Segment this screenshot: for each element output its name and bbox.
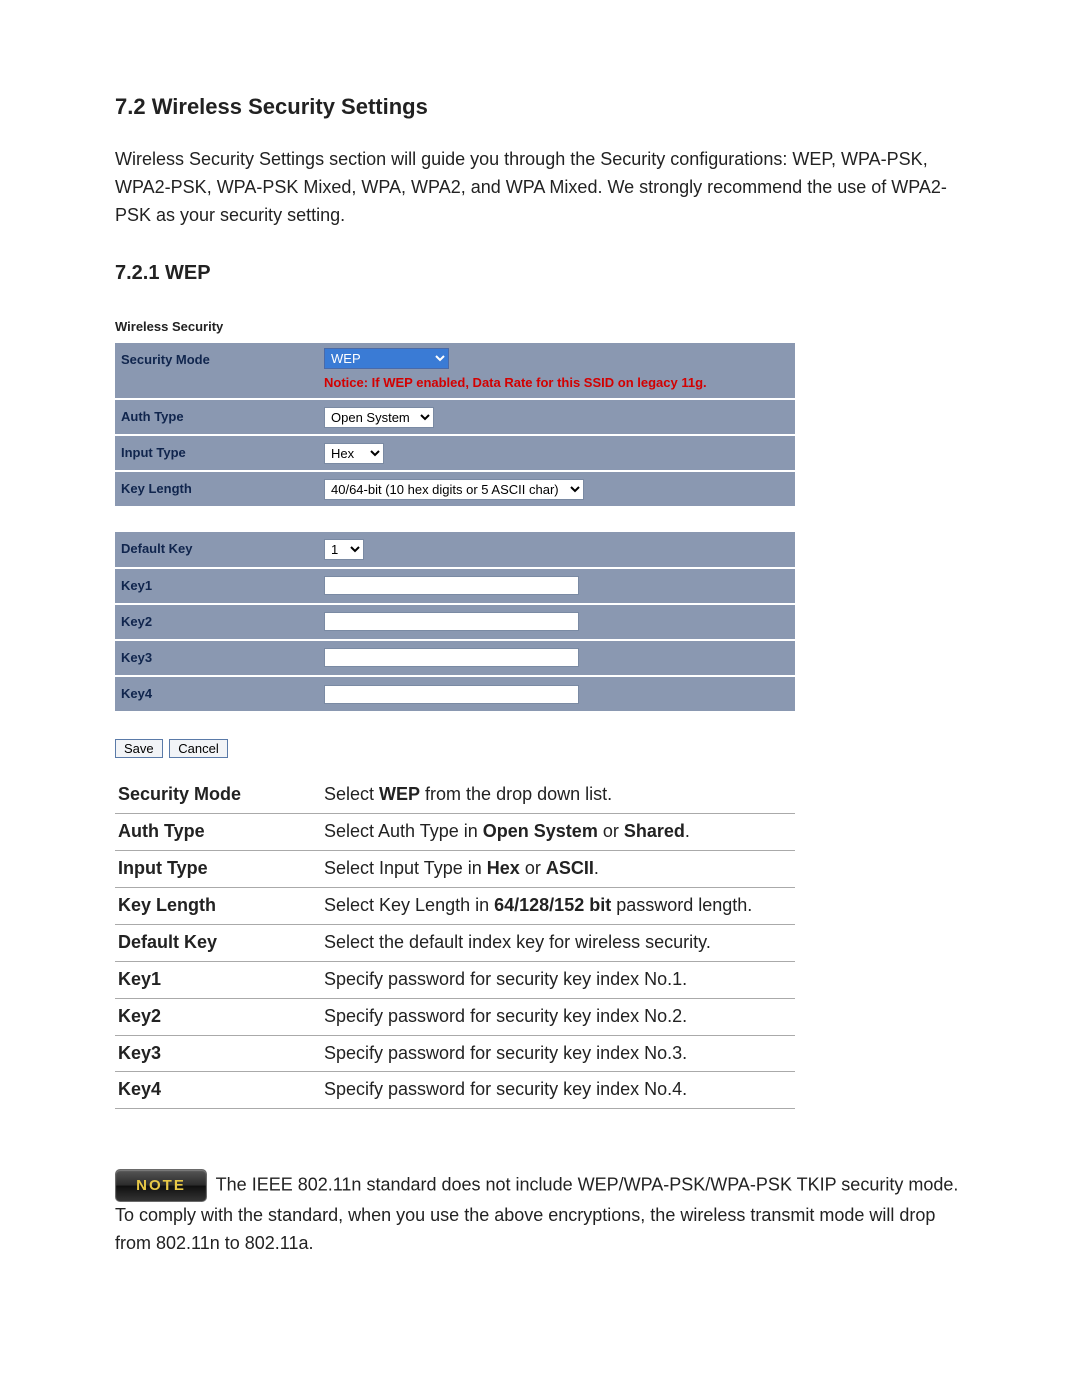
desc-row: Input Type Select Input Type in Hex or A…	[115, 851, 795, 888]
subsection-title: 7.2.1 WEP	[115, 258, 965, 289]
desc-term: Key1	[115, 961, 321, 998]
desc-text: Specify password for security key index …	[321, 1072, 795, 1109]
desc-row: Auth Type Select Auth Type in Open Syste…	[115, 814, 795, 851]
desc-term: Default Key	[115, 924, 321, 961]
note-block: NOTE The IEEE 802.11n standard does not …	[115, 1169, 965, 1258]
config-group-keys: Default Key 1 Key1 Key2 Key3 Key4	[115, 532, 795, 711]
desc-text: Select WEP from the drop down list.	[321, 777, 795, 813]
intro-text: Wireless Security Settings section will …	[115, 146, 965, 230]
desc-text: Specify password for security key index …	[321, 998, 795, 1035]
desc-text: Select Auth Type in Open System or Share…	[321, 814, 795, 851]
label-auth-type: Auth Type	[115, 400, 318, 434]
label-key-length: Key Length	[115, 472, 318, 506]
desc-term: Key Length	[115, 887, 321, 924]
input-key4[interactable]	[324, 685, 579, 704]
cancel-button[interactable]: Cancel	[169, 739, 227, 758]
section-title: 7.2 Wireless Security Settings	[115, 90, 965, 124]
desc-term: Key2	[115, 998, 321, 1035]
desc-text: Specify password for security key index …	[321, 961, 795, 998]
description-table: Security Mode Select WEP from the drop d…	[115, 777, 795, 1109]
label-key3: Key3	[115, 641, 318, 675]
select-default-key[interactable]: 1	[324, 539, 364, 560]
row-key-length: Key Length 40/64-bit (10 hex digits or 5…	[115, 472, 795, 506]
label-key1: Key1	[115, 569, 318, 603]
row-security-mode: Security Mode WEP Notice: If WEP enabled…	[115, 343, 795, 400]
select-security-mode[interactable]: WEP	[324, 348, 449, 369]
row-key3: Key3	[115, 641, 795, 677]
desc-row: Default Key Select the default index key…	[115, 924, 795, 961]
input-key3[interactable]	[324, 648, 579, 667]
desc-text: Select the default index key for wireles…	[321, 924, 795, 961]
desc-text: Specify password for security key index …	[321, 1035, 795, 1072]
row-input-type: Input Type Hex	[115, 436, 795, 472]
desc-row: Key1 Specify password for security key i…	[115, 961, 795, 998]
desc-term: Key4	[115, 1072, 321, 1109]
button-row: Save Cancel	[115, 739, 795, 759]
note-badge-icon: NOTE	[115, 1169, 207, 1202]
select-auth-type[interactable]: Open System	[324, 407, 434, 428]
desc-term: Auth Type	[115, 814, 321, 851]
desc-term: Key3	[115, 1035, 321, 1072]
row-key4: Key4	[115, 677, 795, 711]
row-key2: Key2	[115, 605, 795, 641]
label-default-key: Default Key	[115, 532, 318, 566]
desc-row: Security Mode Select WEP from the drop d…	[115, 777, 795, 813]
select-input-type[interactable]: Hex	[324, 443, 384, 464]
desc-row: Key4 Specify password for security key i…	[115, 1072, 795, 1109]
select-key-length[interactable]: 40/64-bit (10 hex digits or 5 ASCII char…	[324, 479, 584, 500]
row-key1: Key1	[115, 569, 795, 605]
notice-wep: Notice: If WEP enabled, Data Rate for th…	[324, 373, 789, 393]
desc-text: Select Key Length in 64/128/152 bit pass…	[321, 887, 795, 924]
config-group-general: Security Mode WEP Notice: If WEP enabled…	[115, 343, 795, 507]
note-text: The IEEE 802.11n standard does not inclu…	[115, 1175, 958, 1254]
desc-row: Key3 Specify password for security key i…	[115, 1035, 795, 1072]
row-auth-type: Auth Type Open System	[115, 400, 795, 436]
label-key2: Key2	[115, 605, 318, 639]
desc-row: Key Length Select Key Length in 64/128/1…	[115, 887, 795, 924]
wireless-security-panel: Wireless Security Security Mode WEP Noti…	[115, 317, 795, 760]
input-key1[interactable]	[324, 576, 579, 595]
label-security-mode: Security Mode	[115, 343, 318, 398]
desc-term: Input Type	[115, 851, 321, 888]
input-key2[interactable]	[324, 612, 579, 631]
row-default-key: Default Key 1	[115, 532, 795, 568]
panel-header: Wireless Security	[115, 317, 795, 337]
desc-text: Select Input Type in Hex or ASCII.	[321, 851, 795, 888]
label-key4: Key4	[115, 677, 318, 711]
desc-row: Key2 Specify password for security key i…	[115, 998, 795, 1035]
save-button[interactable]: Save	[115, 739, 163, 758]
desc-term: Security Mode	[115, 777, 321, 813]
label-input-type: Input Type	[115, 436, 318, 470]
